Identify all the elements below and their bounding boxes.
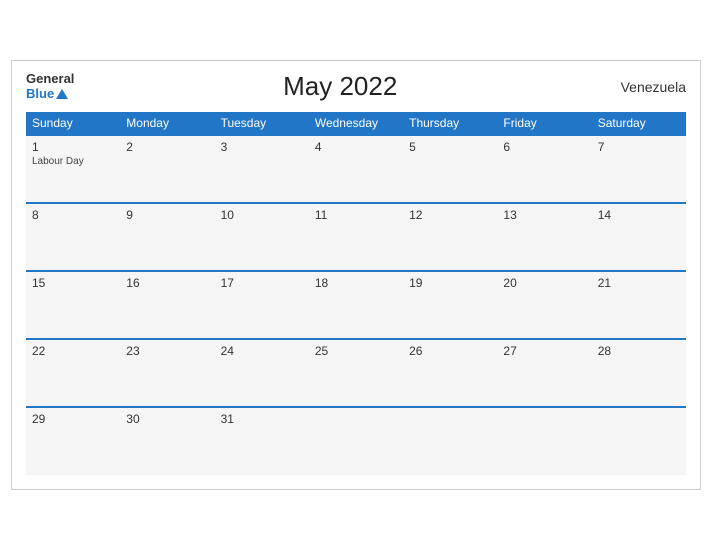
day-number: 30	[126, 412, 208, 426]
calendar-cell: 23	[120, 339, 214, 407]
calendar-cell: 28	[592, 339, 686, 407]
calendar-week-row: 1 Labour Day 234567	[26, 135, 686, 203]
calendar-cell: 31	[215, 407, 309, 475]
logo-general-text: General	[26, 72, 74, 86]
calendar-cell: 24	[215, 339, 309, 407]
day-number: 24	[221, 344, 303, 358]
calendar-cell: 14	[592, 203, 686, 271]
calendar-week-row: 15 16 17 18 19 20 21	[26, 271, 686, 339]
day-number: 28	[598, 344, 680, 358]
calendar-cell: 18	[309, 271, 403, 339]
country-label: Venezuela	[606, 79, 686, 95]
day-number: 1	[32, 140, 114, 154]
day-number: 22	[32, 344, 114, 358]
calendar-cell: 13	[497, 203, 591, 271]
calendar-cell: 21	[592, 271, 686, 339]
day-number: 26	[409, 344, 491, 358]
day-number: 18	[315, 276, 397, 290]
calendar-cell: 3	[215, 135, 309, 203]
day-number: 7	[598, 140, 680, 154]
calendar-cell: 7	[592, 135, 686, 203]
calendar-cell: 19	[403, 271, 497, 339]
calendar-cell: 11	[309, 203, 403, 271]
day-number: 5	[409, 140, 491, 154]
calendar-table: Sunday Monday Tuesday Wednesday Thursday…	[26, 112, 686, 475]
logo-triangle-icon	[56, 89, 68, 99]
day-number: 16	[126, 276, 208, 290]
calendar-cell: 4	[309, 135, 403, 203]
calendar-cell: 22	[26, 339, 120, 407]
calendar-cell	[497, 407, 591, 475]
day-number: 6	[503, 140, 585, 154]
header-monday: Monday	[120, 112, 214, 135]
header-thursday: Thursday	[403, 112, 497, 135]
calendar-cell: 12	[403, 203, 497, 271]
day-number: 9	[126, 208, 208, 222]
day-number: 29	[32, 412, 114, 426]
calendar-cell	[403, 407, 497, 475]
calendar-cell: 15	[26, 271, 120, 339]
day-number: 11	[315, 208, 397, 222]
header-friday: Friday	[497, 112, 591, 135]
header-wednesday: Wednesday	[309, 112, 403, 135]
header-saturday: Saturday	[592, 112, 686, 135]
day-number: 25	[315, 344, 397, 358]
calendar-week-row: 22 23 24 25 26 27 28	[26, 339, 686, 407]
calendar-cell: 6	[497, 135, 591, 203]
weekday-header-row: Sunday Monday Tuesday Wednesday Thursday…	[26, 112, 686, 135]
day-number: 4	[315, 140, 397, 154]
calendar-cell: 5	[403, 135, 497, 203]
day-number: 15	[32, 276, 114, 290]
day-number: 17	[221, 276, 303, 290]
day-number: 20	[503, 276, 585, 290]
calendar-cell	[309, 407, 403, 475]
calendar-cell: 29	[26, 407, 120, 475]
day-number: 23	[126, 344, 208, 358]
header-sunday: Sunday	[26, 112, 120, 135]
calendar-cell: 2	[120, 135, 214, 203]
calendar-header: General Blue May 2022 Venezuela	[26, 71, 686, 102]
day-number: 8	[32, 208, 114, 222]
calendar-cell: 16	[120, 271, 214, 339]
calendar-cell: 30	[120, 407, 214, 475]
calendar-cell: 26	[403, 339, 497, 407]
day-number: 13	[503, 208, 585, 222]
day-number: 12	[409, 208, 491, 222]
day-number: 10	[221, 208, 303, 222]
calendar-cell: 10	[215, 203, 309, 271]
logo: General Blue	[26, 72, 74, 101]
holiday-label: Labour Day	[32, 156, 114, 167]
calendar-cell: 25	[309, 339, 403, 407]
day-number: 21	[598, 276, 680, 290]
header-tuesday: Tuesday	[215, 112, 309, 135]
calendar-cell: 1 Labour Day	[26, 135, 120, 203]
calendar-cell: 8	[26, 203, 120, 271]
calendar-cell: 9	[120, 203, 214, 271]
day-number: 19	[409, 276, 491, 290]
day-number: 31	[221, 412, 303, 426]
calendar-cell: 27	[497, 339, 591, 407]
day-number: 27	[503, 344, 585, 358]
calendar-cell: 17	[215, 271, 309, 339]
day-number: 14	[598, 208, 680, 222]
day-number: 3	[221, 140, 303, 154]
month-title: May 2022	[74, 71, 606, 102]
calendar-cell	[592, 407, 686, 475]
calendar-container: General Blue May 2022 Venezuela Sunday M…	[11, 60, 701, 490]
calendar-cell: 20	[497, 271, 591, 339]
day-number: 2	[126, 140, 208, 154]
calendar-week-row: 89 10 11 12 13 14	[26, 203, 686, 271]
logo-blue-text: Blue	[26, 87, 54, 101]
calendar-week-row: 29 30 31	[26, 407, 686, 475]
